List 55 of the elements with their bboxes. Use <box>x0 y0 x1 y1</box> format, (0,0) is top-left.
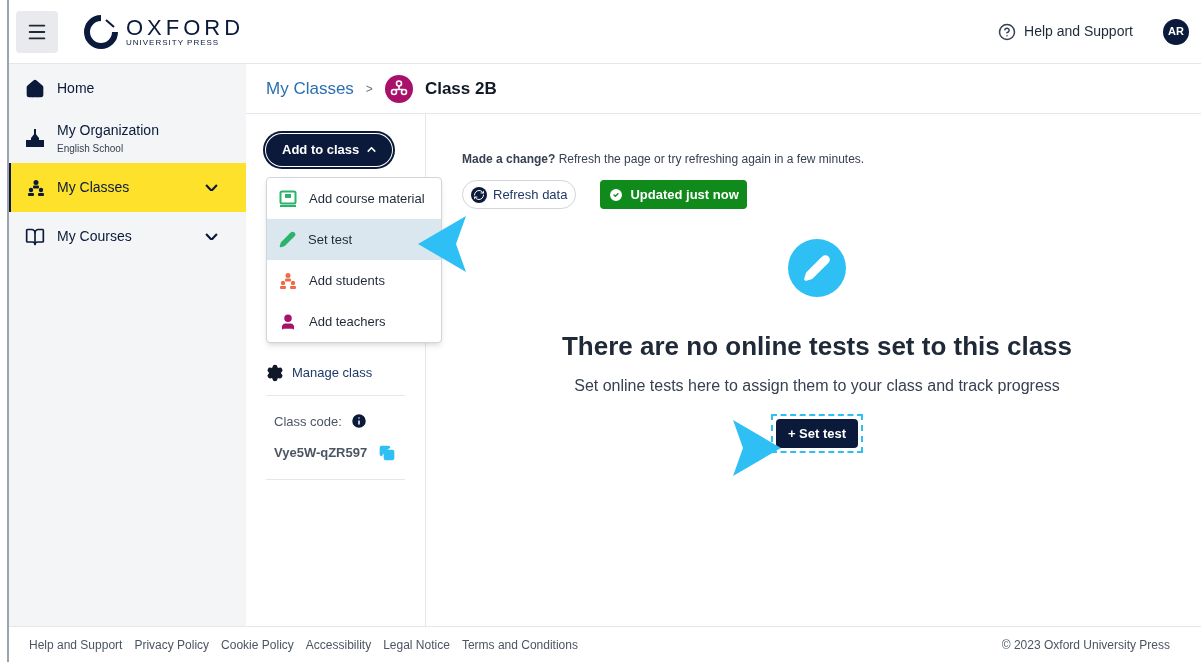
user-avatar[interactable]: AR <box>1163 18 1189 45</box>
class-code-label: Class code: <box>274 412 342 431</box>
sidebar-label: My Courses <box>57 227 132 246</box>
check-icon <box>608 186 625 203</box>
sidebar-label: Home <box>57 79 95 98</box>
breadcrumb-link[interactable]: My Classes <box>266 75 354 102</box>
footer-link[interactable]: Terms and Conditions <box>461 635 578 654</box>
notice-text: Made a change? Refresh the page or try refreshing again in a few minutes. <box>462 151 866 168</box>
add-to-class-button[interactable]: Add to class <box>266 134 393 166</box>
info-icon[interactable] <box>349 412 368 431</box>
logo-subtitle: UNIVERSITY PRESS <box>126 38 221 47</box>
home-icon <box>25 78 45 99</box>
page-title: Class 2B <box>424 77 497 100</box>
pencil-icon <box>279 231 296 248</box>
pointer-arrow-icon <box>416 214 468 274</box>
gear-icon <box>266 363 284 382</box>
empty-state-title: There are no online tests set to this class <box>561 330 1072 363</box>
class-code: Vye5W-qZR597 <box>274 444 368 462</box>
status-badge: Updated just now <box>600 180 747 209</box>
school-building-icon <box>25 128 45 148</box>
manage-class-link[interactable]: Manage class <box>292 363 373 383</box>
sidebar-label: My Classes <box>57 178 130 197</box>
footer-link[interactable]: Cookie Policy <box>221 635 294 654</box>
class-icon <box>384 74 413 103</box>
help-link[interactable]: Help and Support <box>1024 21 1133 42</box>
help-icon <box>998 22 1017 41</box>
people-icon <box>279 271 297 290</box>
set-test-button[interactable]: + Set test <box>775 419 859 448</box>
empty-state-text: Set online tests here to assign them to your class and track progress <box>574 376 1060 396</box>
menu-item[interactable]: Set test <box>267 219 441 260</box>
people-icon <box>27 178 45 197</box>
sidebar-item[interactable]: My Organization English School <box>9 113 246 163</box>
breadcrumb-separator: > <box>365 80 373 98</box>
sidebar-label: My Organization <box>57 121 159 140</box>
sidebar-item[interactable]: My Courses <box>9 212 246 261</box>
chevron-down-icon <box>205 232 218 241</box>
menu-item[interactable]: Add teachers <box>267 301 441 342</box>
footer-link[interactable]: Privacy Policy <box>134 635 210 654</box>
menu-item[interactable]: Add course material <box>267 178 441 219</box>
footer-link[interactable]: Legal Notice <box>383 635 450 654</box>
person-icon <box>279 312 297 331</box>
footer-link[interactable]: Help and Support <box>29 635 123 654</box>
chevron-down-icon <box>205 183 218 192</box>
menu-item[interactable]: Add students <box>267 260 441 301</box>
pencil-icon <box>788 239 846 297</box>
sidebar-sublabel: English School <box>57 142 125 156</box>
logo-icon <box>84 14 118 49</box>
logo-text: OXFORD <box>126 16 245 39</box>
menu-button[interactable] <box>16 10 58 53</box>
sidebar-item[interactable]: Home <box>9 64 246 113</box>
footer-link[interactable]: Accessibility <box>305 635 372 654</box>
copyright-text: © 2023 Oxford University Press <box>1001 636 1170 654</box>
sidebar-item[interactable]: My Classes <box>9 163 246 212</box>
chevron-up-icon <box>367 147 377 153</box>
refresh-icon <box>471 186 487 203</box>
